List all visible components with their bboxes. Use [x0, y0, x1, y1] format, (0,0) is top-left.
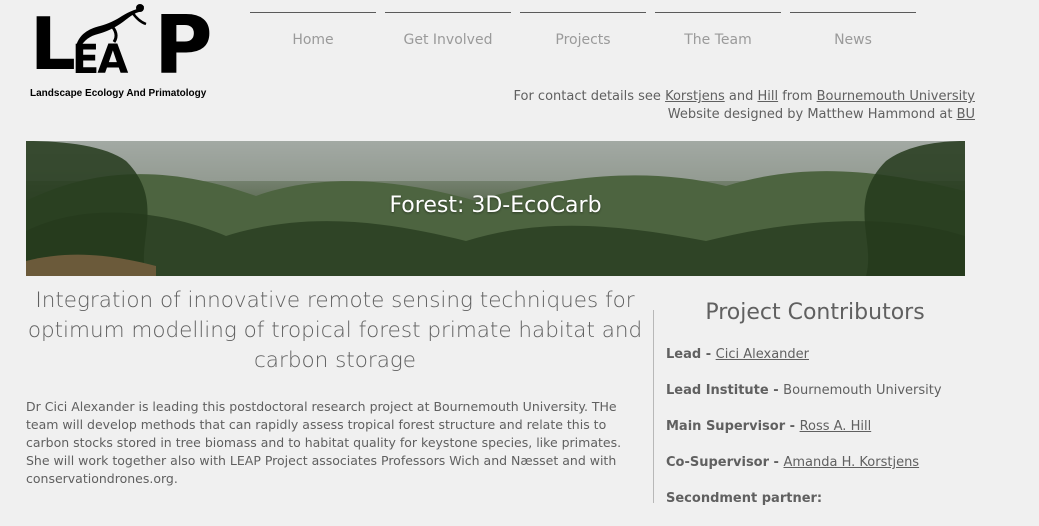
main-nav: Home Get Involved Projects The Team News [250, 12, 916, 48]
ross-hill-link[interactable]: Ross A. Hill [800, 419, 872, 434]
contact-prefix: For contact details see [513, 89, 666, 104]
contributors-heading: Project Contributors [705, 300, 925, 325]
bournemouth-university-link[interactable]: Bournemouth University [817, 89, 975, 104]
nav-item-the-team[interactable]: The Team [655, 12, 781, 48]
hill-link[interactable]: Hill [757, 89, 778, 104]
amanda-korstjens-link[interactable]: Amanda H. Korstjens [783, 455, 919, 470]
logo-letter-l: L [30, 2, 76, 86]
nav-item-projects[interactable]: Projects [520, 12, 646, 48]
contributor-role: Main Supervisor - [666, 419, 800, 434]
nav-item-home[interactable]: Home [250, 12, 376, 48]
contributor-row-main-supervisor: Main Supervisor - Ross A. Hill [666, 418, 1026, 454]
page-title: Forest: 3D-EcoCarb [389, 193, 602, 218]
leap-logo[interactable]: L EA P Landscape Ecology And Primatology [28, 2, 228, 102]
contact-from: from [778, 89, 817, 104]
contributor-row-co-supervisor: Co-Supervisor - Amanda H. Korstjens [666, 454, 1026, 490]
project-description: Dr Cici Alexander is leading this postdo… [26, 399, 622, 486]
contributor-row-lead: Lead - Cici Alexander [666, 346, 1026, 382]
monkey-icon [76, 4, 147, 48]
logo-letter-p: P [154, 0, 213, 92]
logo-tagline: Landscape Ecology And Primatology [30, 88, 207, 99]
contact-line-2: Website designed by Matthew Hammond at B… [513, 106, 975, 124]
contributor-role: Lead Institute - [666, 383, 784, 398]
nav-item-news[interactable]: News [790, 12, 916, 48]
lead-institute-name: Bournemouth University [783, 383, 942, 398]
contributor-row-secondment: Secondment partner: [666, 490, 1026, 526]
forest-banner: Forest: 3D-EcoCarb [26, 141, 965, 276]
contributor-role: Secondment partner: [666, 491, 823, 506]
contributor-role: Lead - [666, 347, 716, 362]
contact-line-1: For contact details see Korstjens and Hi… [513, 88, 975, 106]
bu-link[interactable]: BU [957, 107, 975, 122]
korstjens-link[interactable]: Korstjens [665, 89, 725, 104]
project-headline: Integration of innovative remote sensing… [27, 288, 643, 373]
contributor-row-institute: Lead Institute - Bournemouth University [666, 382, 1026, 418]
column-divider [653, 310, 654, 503]
contributor-role: Co-Supervisor - [666, 455, 784, 470]
designer-credit: Website designed by Matthew Hammond at [667, 107, 957, 122]
nav-item-get-involved[interactable]: Get Involved [385, 12, 511, 48]
contact-info: For contact details see Korstjens and Hi… [513, 88, 975, 124]
contact-and: and [724, 89, 758, 104]
contributors-list: Lead - Cici Alexander Lead Institute - B… [666, 346, 1026, 526]
cici-alexander-link[interactable]: Cici Alexander [716, 347, 809, 362]
